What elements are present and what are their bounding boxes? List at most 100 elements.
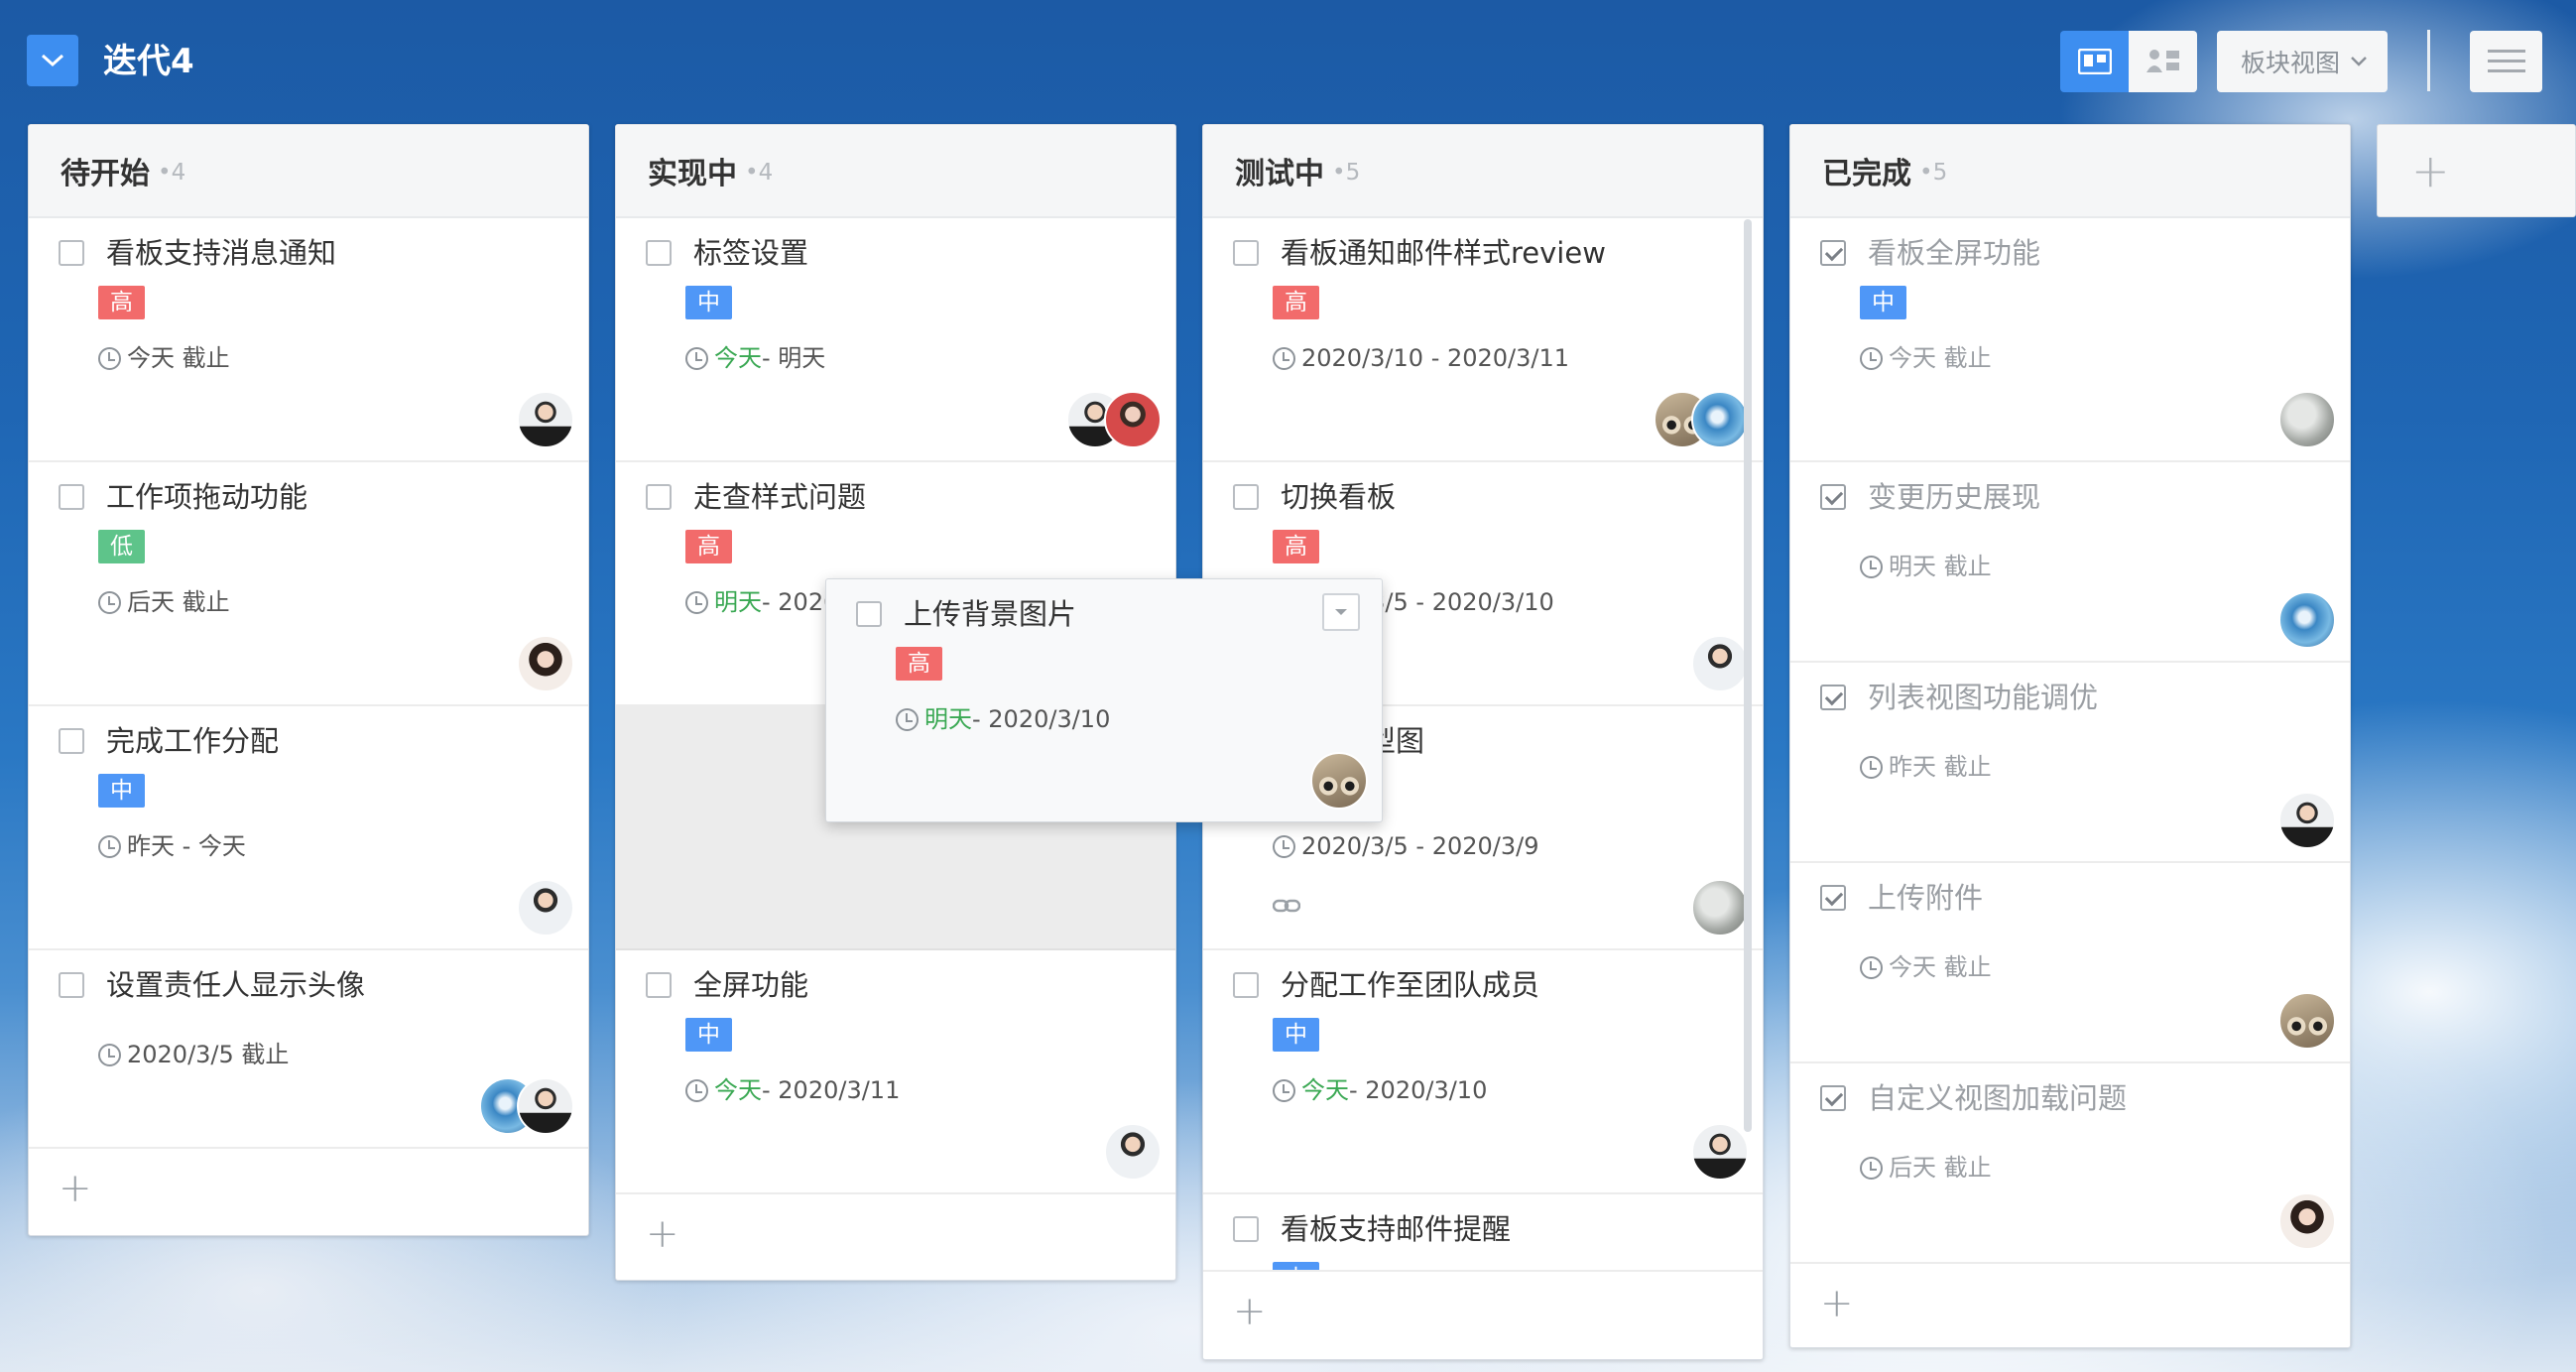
scrollbar[interactable]	[1744, 219, 1752, 1132]
task-title: 看板支持消息通知	[106, 236, 337, 270]
task-card[interactable]: 看板支持消息通知 高 今天 截止	[29, 218, 588, 462]
column-title: 测试中	[1235, 157, 1324, 191]
task-card[interactable]: 看板全屏功能 中 今天 截止	[1790, 218, 2350, 462]
task-checkbox[interactable]	[59, 484, 84, 510]
task-checkbox[interactable]	[646, 484, 672, 510]
add-card-button[interactable]: +	[29, 1149, 588, 1228]
task-checkbox-checked[interactable]	[1820, 240, 1846, 266]
task-checkbox-checked[interactable]	[1820, 885, 1846, 911]
date-text: - 2020/3/11	[762, 1076, 901, 1104]
clock-icon	[685, 1078, 708, 1102]
task-checkbox[interactable]	[1233, 484, 1259, 510]
task-title: 全屏功能	[693, 968, 809, 1002]
task-title: 看板全屏功能	[1868, 236, 2041, 270]
task-checkbox[interactable]	[59, 728, 84, 754]
task-checkbox[interactable]	[59, 240, 84, 266]
date-text: 2020/3/5 截止	[127, 1041, 290, 1068]
task-title: 变更历史展现	[1868, 480, 2041, 514]
avatar[interactable]	[2278, 1192, 2336, 1250]
task-title: 上传附件	[1868, 881, 1984, 915]
task-card[interactable]: 完成工作分配 中 昨天 - 今天	[29, 706, 588, 950]
task-checkbox[interactable]	[1233, 240, 1259, 266]
add-card-button[interactable]: +	[1203, 1272, 1763, 1351]
avatar[interactable]	[1310, 752, 1368, 810]
column-count: •4	[745, 160, 774, 186]
avatar[interactable]	[517, 635, 574, 692]
column-count: •4	[158, 160, 186, 186]
task-card[interactable]: 分配工作至团队成员 中 今天 - 2020/3/10	[1203, 950, 1763, 1194]
task-date: 2020/3/5 - 2020/3/9	[1273, 826, 1539, 866]
avatar[interactable]	[2278, 591, 2336, 649]
clock-icon	[98, 834, 121, 858]
avatar[interactable]	[517, 1077, 574, 1135]
task-checkbox[interactable]	[646, 972, 672, 998]
task-card[interactable]: 上传附件 今天 截止	[1790, 863, 2350, 1063]
clock-icon	[1273, 1078, 1295, 1102]
avatar[interactable]	[1104, 1123, 1162, 1181]
clock-icon	[685, 346, 708, 370]
chevron-down-icon[interactable]	[27, 35, 78, 86]
avatar[interactable]	[2278, 792, 2336, 849]
priority-badge: 中	[1860, 286, 1906, 319]
task-title: 自定义视图加载问题	[1868, 1081, 2128, 1115]
task-checkbox[interactable]	[1233, 972, 1259, 998]
assignees	[517, 635, 574, 692]
task-card[interactable]: 看板通知邮件样式review 高 2020/3/10 - 2020/3/11	[1203, 218, 1763, 462]
task-checkbox[interactable]	[646, 240, 672, 266]
avatar[interactable]	[2278, 992, 2336, 1050]
priority-badge: 中	[1273, 1262, 1319, 1270]
date-text: 后天 截止	[1889, 1154, 1992, 1182]
priority-badge: 低	[98, 530, 145, 563]
clock-icon	[98, 1043, 121, 1066]
member-view-icon[interactable]	[2129, 31, 2197, 92]
avatar[interactable]	[517, 879, 574, 936]
board-view-icon[interactable]	[2060, 31, 2129, 92]
task-checkbox-checked[interactable]	[1820, 1085, 1846, 1111]
add-column-button[interactable]: +	[2377, 124, 2576, 217]
priority-badge: 中	[685, 1018, 732, 1052]
date-highlight: 今天	[714, 344, 762, 372]
priority-badge: 高	[685, 530, 732, 563]
date-text: 后天 截止	[127, 588, 230, 616]
avatar[interactable]	[1691, 391, 1749, 448]
task-card[interactable]: 列表视图功能调优 昨天 截止	[1790, 663, 2350, 863]
view-switch	[2060, 31, 2197, 92]
task-checkbox[interactable]	[59, 972, 84, 998]
view-select[interactable]: 板块视图	[2217, 31, 2388, 92]
assignees	[517, 391, 574, 448]
clock-icon	[685, 590, 708, 614]
task-card[interactable]: 设置责任人显示头像 2020/3/5 截止	[29, 950, 588, 1149]
avatar[interactable]	[1691, 879, 1749, 936]
column-header: 已完成 •5	[1790, 125, 2350, 218]
column-done: 已完成 •5 看板全屏功能 中 今天 截止 变更历史展现 明天 截止 列表视图功…	[1789, 124, 2351, 1348]
date-text: 2020/3/10 - 2020/3/11	[1301, 344, 1570, 372]
priority-badge: 中	[98, 774, 145, 808]
avatar[interactable]	[1691, 1123, 1749, 1181]
add-card-button[interactable]: +	[1790, 1264, 2350, 1343]
task-checkbox-checked[interactable]	[1820, 484, 1846, 510]
task-card[interactable]: 标签设置 中 今天 - 明天	[616, 218, 1175, 462]
card-menu-icon[interactable]	[1322, 593, 1360, 631]
avatar[interactable]	[2278, 391, 2336, 448]
task-card[interactable]: 变更历史展现 明天 截止	[1790, 462, 2350, 663]
dragging-card[interactable]: 上传背景图片 高 明天 - 2020/3/10	[825, 578, 1383, 822]
task-date: 2020/3/5 截止	[98, 1035, 289, 1074]
column-title: 实现中	[648, 157, 737, 191]
task-card[interactable]: 工作项拖动功能 低 后天 截止	[29, 462, 588, 706]
task-card[interactable]: 看板支持邮件提醒 中	[1203, 1194, 1763, 1272]
avatar[interactable]	[1104, 391, 1162, 448]
task-date: 后天 截止	[98, 582, 230, 622]
avatar[interactable]	[517, 391, 574, 448]
task-date: 昨天 截止	[1860, 747, 1992, 787]
view-select-label: 板块视图	[2241, 49, 2341, 77]
add-card-button[interactable]: +	[616, 1194, 1175, 1274]
task-checkbox-checked[interactable]	[1820, 685, 1846, 710]
avatar[interactable]	[1691, 635, 1749, 692]
task-title: 上传背景图片	[904, 597, 1077, 631]
divider	[2427, 30, 2430, 91]
menu-icon[interactable]	[2470, 31, 2542, 92]
task-checkbox[interactable]	[1233, 1216, 1259, 1242]
task-card[interactable]: 自定义视图加载问题 后天 截止	[1790, 1063, 2350, 1264]
task-checkbox[interactable]	[856, 601, 882, 627]
task-card[interactable]: 全屏功能 中 今天 - 2020/3/11	[616, 950, 1175, 1194]
